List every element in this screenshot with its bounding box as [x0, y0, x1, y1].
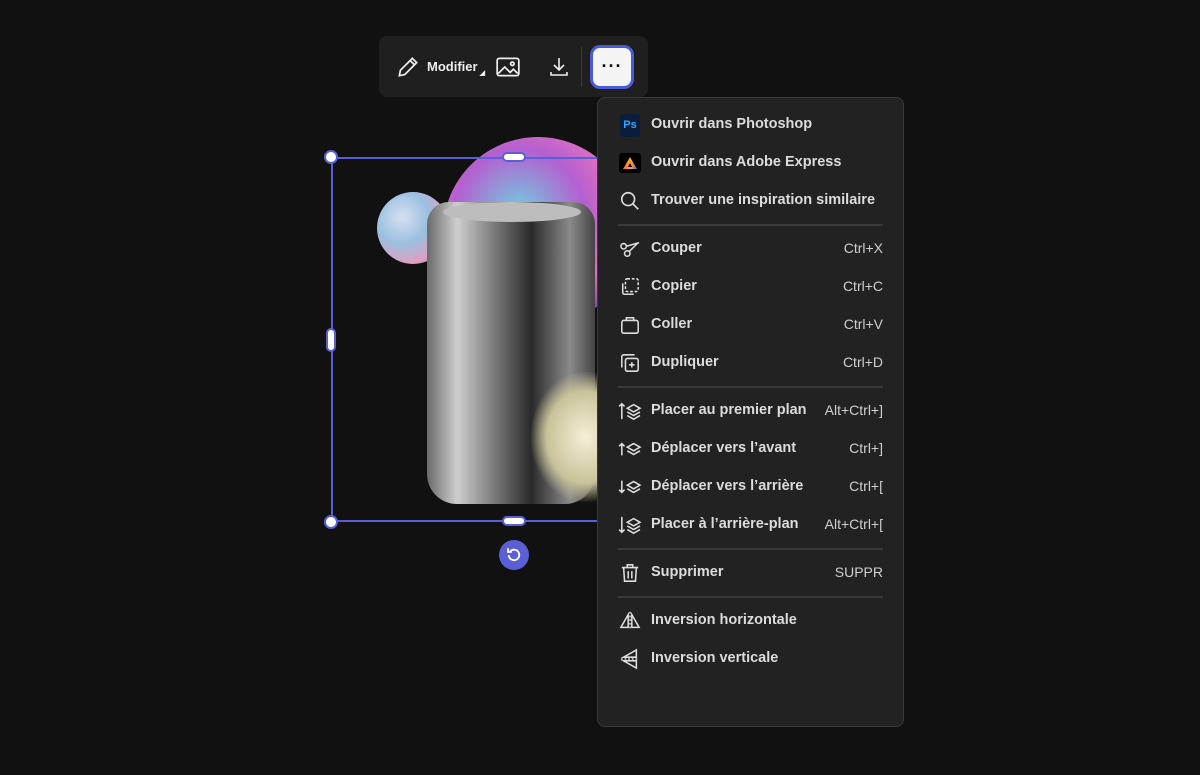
menu-label: Ouvrir dans Photoshop: [651, 116, 813, 132]
shortcut: Ctrl+V: [843, 316, 883, 332]
rotate-icon: [505, 546, 523, 564]
menu-item-send-to-back[interactable]: Placer à l’arrière-plan Alt+Ctrl+[: [618, 506, 883, 544]
dropdown-corner-icon: ◢: [479, 69, 485, 77]
photoshop-icon: Ps: [618, 113, 642, 137]
resize-handle-top[interactable]: [502, 152, 526, 162]
menu-label: Coller: [651, 316, 693, 332]
toolbar-divider: [580, 46, 582, 87]
menu-item-paste[interactable]: Coller Ctrl+V: [618, 306, 883, 344]
rotate-handle[interactable]: [499, 540, 529, 570]
copy-icon: [618, 277, 642, 297]
menu-label: Inversion verticale: [651, 650, 779, 666]
menu-item-flip-vertical[interactable]: Inversion verticale: [618, 640, 883, 678]
edit-label: Modifier: [427, 59, 478, 74]
shortcut: Ctrl+[: [849, 478, 883, 494]
shortcut: Ctrl+D: [842, 354, 883, 370]
shortcut: Alt+Ctrl+]: [824, 402, 883, 418]
shortcut: Ctrl+]: [849, 440, 883, 456]
selection-box[interactable]: [331, 157, 631, 522]
menu-label: Déplacer vers l’arrière: [651, 478, 804, 494]
menu-item-send-backward[interactable]: Déplacer vers l’arrière Ctrl+[: [618, 468, 883, 506]
menu-item-flip-horizontal[interactable]: Inversion horizontale: [618, 602, 883, 640]
menu-label: Dupliquer: [651, 354, 719, 370]
menu-label: Supprimer: [651, 564, 724, 580]
download-icon: [547, 55, 571, 79]
scissors-icon: [618, 239, 642, 259]
menu-item-open-express[interactable]: Ouvrir dans Adobe Express: [618, 144, 883, 182]
shortcut: Alt+Ctrl+[: [824, 516, 883, 532]
resize-handle-top-left[interactable]: [324, 150, 338, 164]
send-backward-icon: [618, 477, 642, 497]
resize-handle-bottom-left[interactable]: [324, 515, 338, 529]
menu-item-cut[interactable]: Couper Ctrl+X: [618, 230, 883, 268]
shortcut: Ctrl+C: [842, 278, 883, 294]
ellipsis-icon: ···: [601, 56, 623, 76]
search-icon: [618, 191, 642, 211]
flip-vertical-icon: [618, 648, 642, 670]
menu-divider: [618, 386, 883, 388]
bring-to-front-icon: [618, 401, 642, 421]
shortcut: Ctrl+X: [843, 240, 883, 256]
menu-label: Placer au premier plan: [651, 402, 807, 418]
bring-forward-icon: [618, 439, 642, 459]
menu-label: Couper: [651, 240, 702, 256]
floating-toolbar: Modifier ◢ ···: [379, 36, 648, 97]
menu-label: Trouver une inspiration similaire: [651, 192, 876, 208]
pencil-icon: [395, 54, 421, 80]
menu-divider: [618, 548, 883, 550]
menu-item-duplicate[interactable]: Dupliquer Ctrl+D: [618, 344, 883, 382]
menu-item-copy[interactable]: Copier Ctrl+C: [618, 268, 883, 306]
menu-label: Ouvrir dans Adobe Express: [651, 154, 842, 170]
menu-divider: [618, 224, 883, 226]
send-to-back-icon: [618, 515, 642, 535]
menu-label: Copier: [651, 278, 697, 294]
menu-label: Déplacer vers l’avant: [651, 440, 797, 456]
menu-item-find-similar[interactable]: Trouver une inspiration similaire: [618, 182, 883, 220]
context-menu: Ps Ouvrir dans Photoshop Ouvrir dans Adob…: [597, 97, 904, 727]
edit-button[interactable]: Modifier ◢: [395, 47, 485, 87]
menu-item-delete[interactable]: Supprimer SUPPR: [618, 554, 883, 592]
menu-divider: [618, 596, 883, 598]
trash-icon: [618, 563, 642, 583]
menu-label: Placer à l’arrière-plan: [651, 516, 799, 532]
image-button[interactable]: [495, 47, 521, 87]
clipboard-icon: [618, 315, 642, 335]
download-button[interactable]: [547, 47, 571, 87]
resize-handle-left[interactable]: [326, 328, 336, 352]
flip-horizontal-icon: [618, 611, 642, 631]
more-options-button[interactable]: ···: [589, 44, 634, 89]
menu-item-bring-to-front[interactable]: Placer au premier plan Alt+Ctrl+]: [618, 392, 883, 430]
image-icon: [495, 55, 521, 79]
adobe-express-icon: [618, 153, 642, 173]
shortcut: SUPPR: [834, 564, 883, 580]
menu-label: Inversion horizontale: [651, 612, 797, 628]
duplicate-icon: [618, 353, 642, 373]
resize-handle-bottom[interactable]: [502, 516, 526, 526]
menu-item-bring-forward[interactable]: Déplacer vers l’avant Ctrl+]: [618, 430, 883, 468]
menu-item-open-photoshop[interactable]: Ps Ouvrir dans Photoshop: [618, 106, 883, 144]
